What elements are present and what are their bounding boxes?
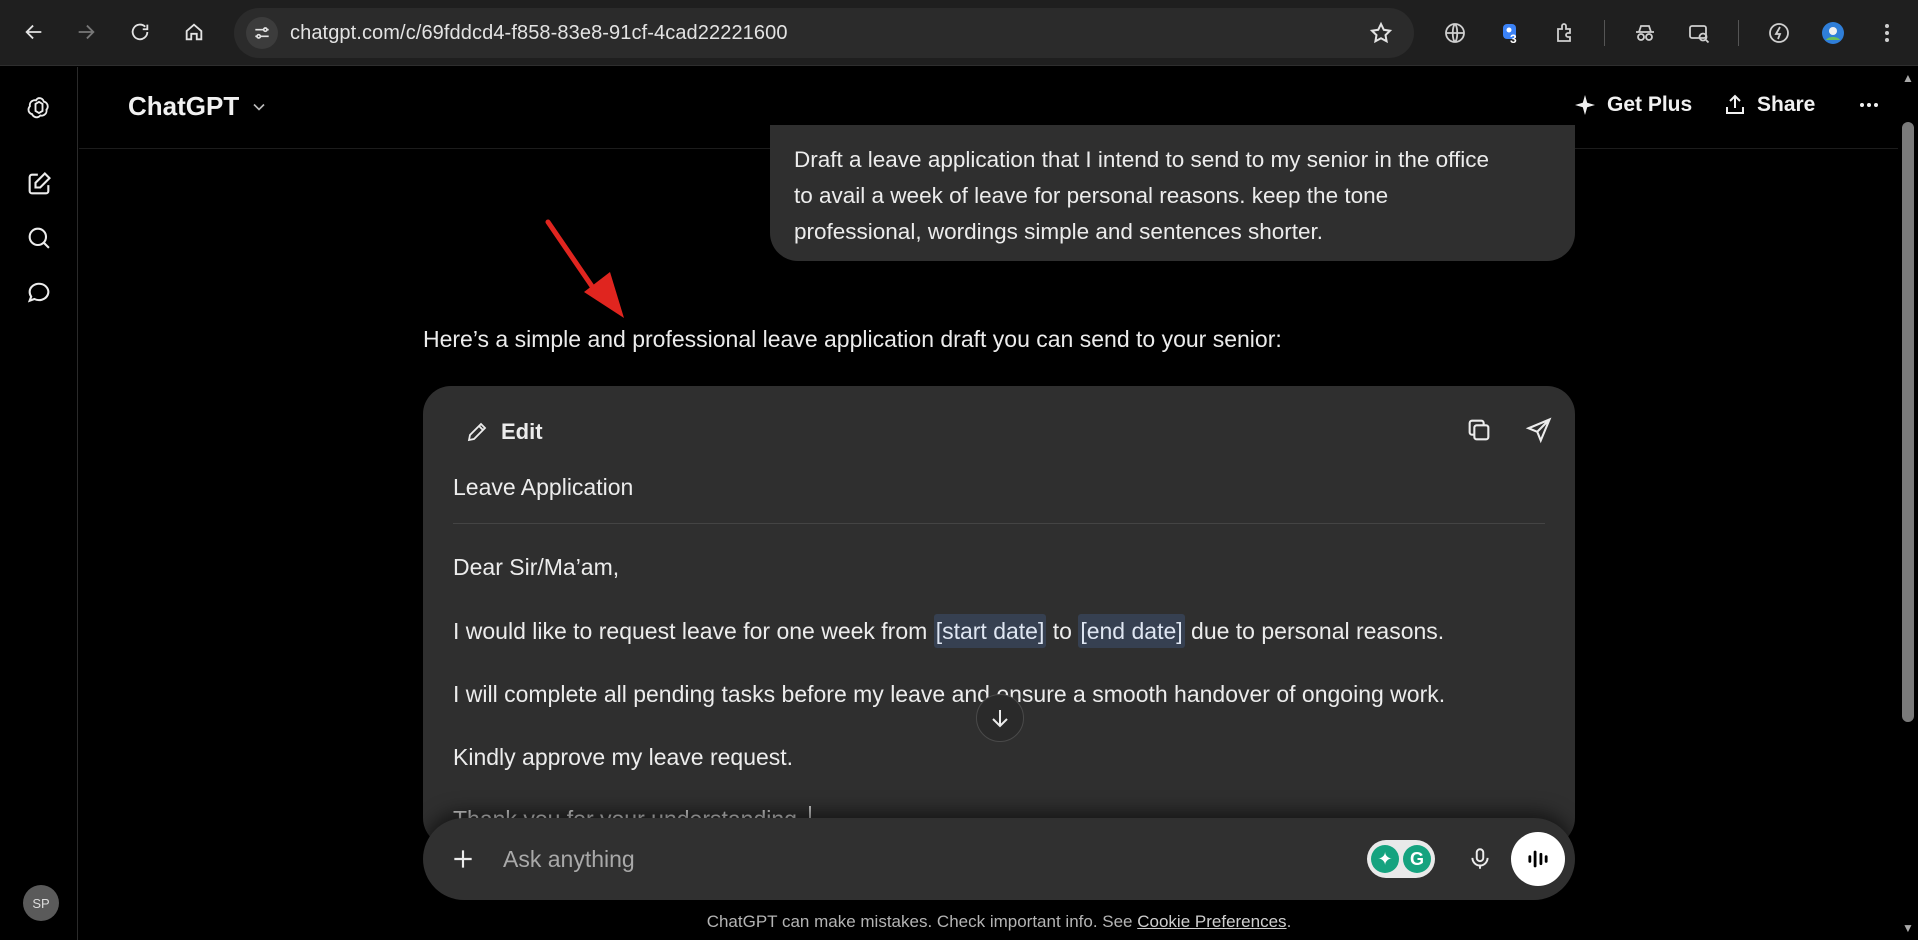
edit-button[interactable]: Edit xyxy=(451,408,557,456)
chats-bubble-icon[interactable] xyxy=(20,273,58,311)
paragraph-text: to xyxy=(1046,618,1079,644)
scroll-down-arrow-icon[interactable]: ▼ xyxy=(1901,921,1915,935)
edit-label: Edit xyxy=(501,419,543,444)
get-plus-button[interactable]: Get Plus xyxy=(1573,93,1692,117)
attach-button[interactable] xyxy=(441,837,485,881)
site-info-icon[interactable] xyxy=(246,17,278,49)
waveform-icon xyxy=(1528,850,1548,868)
chevron-down-icon xyxy=(253,103,265,111)
extension-badge-icon[interactable]: 3 xyxy=(1494,16,1528,50)
get-plus-label: Get Plus xyxy=(1607,93,1693,116)
paragraph-text: due to personal reasons. xyxy=(1184,618,1445,644)
paragraph-text: I would like to request leave for one we… xyxy=(453,618,934,644)
forward-arrow-icon xyxy=(78,24,95,40)
start-date-placeholder[interactable]: [start date] xyxy=(933,614,1047,648)
search-icon[interactable] xyxy=(20,219,58,257)
share-upload-icon xyxy=(1726,94,1744,114)
annotation-arrow-icon xyxy=(545,219,624,318)
sparkle-icon xyxy=(1575,95,1595,115)
home-icon xyxy=(185,23,203,41)
sidebar: SP xyxy=(0,67,78,940)
back-button[interactable] xyxy=(16,14,52,50)
brand-title: ChatGPT xyxy=(128,91,240,121)
user-message-bubble: Draft a leave application that I intend … xyxy=(770,125,1575,261)
address-bar[interactable]: chatgpt.com/c/69fddcd4-f858-83e8-91cf-4c… xyxy=(234,8,1414,58)
disclaimer-text: ChatGPT can make mistakes. Check importa… xyxy=(706,912,1138,931)
scroll-up-arrow-icon[interactable]: ▲ xyxy=(1901,71,1915,85)
dictate-button[interactable] xyxy=(1459,838,1501,880)
end-date-placeholder[interactable]: [end date] xyxy=(1078,614,1185,648)
incognito-icon[interactable] xyxy=(1628,16,1662,50)
grammarly-g-icon: G xyxy=(1403,845,1431,873)
document-divider xyxy=(453,523,1545,524)
send-paper-plane-icon xyxy=(1525,417,1552,444)
plus-icon xyxy=(454,850,472,868)
browser-toolbar: chatgpt.com/c/69fddcd4-f858-83e8-91cf-4c… xyxy=(0,0,1918,66)
search-tab-icon[interactable] xyxy=(1682,16,1716,50)
document-paragraph[interactable]: Kindly approve my leave request. xyxy=(453,744,793,771)
extension-badge-count: 3 xyxy=(1510,32,1517,46)
user-message-line: Draft a leave application that I intend … xyxy=(794,147,1489,172)
toolbar-divider xyxy=(1738,20,1739,46)
send-email-button[interactable] xyxy=(1517,408,1561,452)
bookmark-star-icon[interactable] xyxy=(1364,16,1398,50)
arrow-down-icon xyxy=(992,710,1008,728)
reload-icon xyxy=(131,23,149,41)
share-button[interactable]: Share xyxy=(1723,93,1815,117)
pencil-icon xyxy=(467,422,487,442)
url-text[interactable]: chatgpt.com/c/69fddcd4-f858-83e8-91cf-4c… xyxy=(290,22,788,45)
grammarly-widget[interactable]: ✦ G xyxy=(1367,840,1435,878)
home-button[interactable] xyxy=(176,14,212,50)
assistant-intro-text: Here’s a simple and professional leave a… xyxy=(423,326,1282,352)
prompt-input[interactable] xyxy=(503,840,1143,878)
disclaimer-end: . xyxy=(1286,912,1292,931)
document-paragraph[interactable]: I will complete all pending tasks before… xyxy=(453,681,1445,708)
scroll-to-bottom-button[interactable] xyxy=(976,694,1024,742)
profile-avatar-icon[interactable] xyxy=(1816,16,1850,50)
copy-button[interactable] xyxy=(1457,408,1501,452)
scroll-thumb[interactable] xyxy=(1902,122,1914,722)
reload-button[interactable] xyxy=(122,14,158,50)
composer: ✦ G xyxy=(423,818,1575,900)
forward-button[interactable] xyxy=(68,14,104,50)
document-paragraph[interactable]: I would like to request leave for one we… xyxy=(453,614,1445,648)
user-message-line: professional, wordings simple and senten… xyxy=(794,219,1324,244)
grammarly-bulb-icon: ✦ xyxy=(1371,845,1399,873)
document-title[interactable]: Leave Application xyxy=(453,474,633,501)
model-selector[interactable]: ChatGPT xyxy=(128,91,269,122)
canvas-document-card: Edit Leave Application Dear Sir/Ma’am, I… xyxy=(423,386,1575,846)
new-chat-icon[interactable] xyxy=(20,165,58,203)
more-options-button[interactable] xyxy=(1857,93,1881,117)
share-label: Share xyxy=(1757,93,1816,116)
microphone-icon xyxy=(1471,848,1489,869)
document-greeting[interactable]: Dear Sir/Ma’am, xyxy=(453,554,619,581)
user-message-line: to avail a week of leave for personal re… xyxy=(794,183,1389,208)
cookie-preferences-link[interactable]: Cookie Preferences xyxy=(1137,912,1286,931)
extensions-puzzle-icon[interactable] xyxy=(1548,16,1582,50)
translate-globe-icon[interactable] xyxy=(1438,16,1472,50)
performance-icon[interactable] xyxy=(1762,16,1796,50)
openai-logo-icon[interactable] xyxy=(20,89,58,127)
page-scrollbar[interactable]: ▲ ▼ xyxy=(1898,67,1918,940)
copy-icon xyxy=(1468,419,1490,441)
disclaimer-footer: ChatGPT can make mistakes. Check importa… xyxy=(0,912,1918,932)
toolbar-divider xyxy=(1604,20,1605,46)
back-arrow-icon xyxy=(25,24,42,40)
ellipsis-icon xyxy=(1860,103,1878,107)
voice-mode-button[interactable] xyxy=(1511,832,1565,886)
browser-menu-icon[interactable] xyxy=(1870,16,1904,50)
